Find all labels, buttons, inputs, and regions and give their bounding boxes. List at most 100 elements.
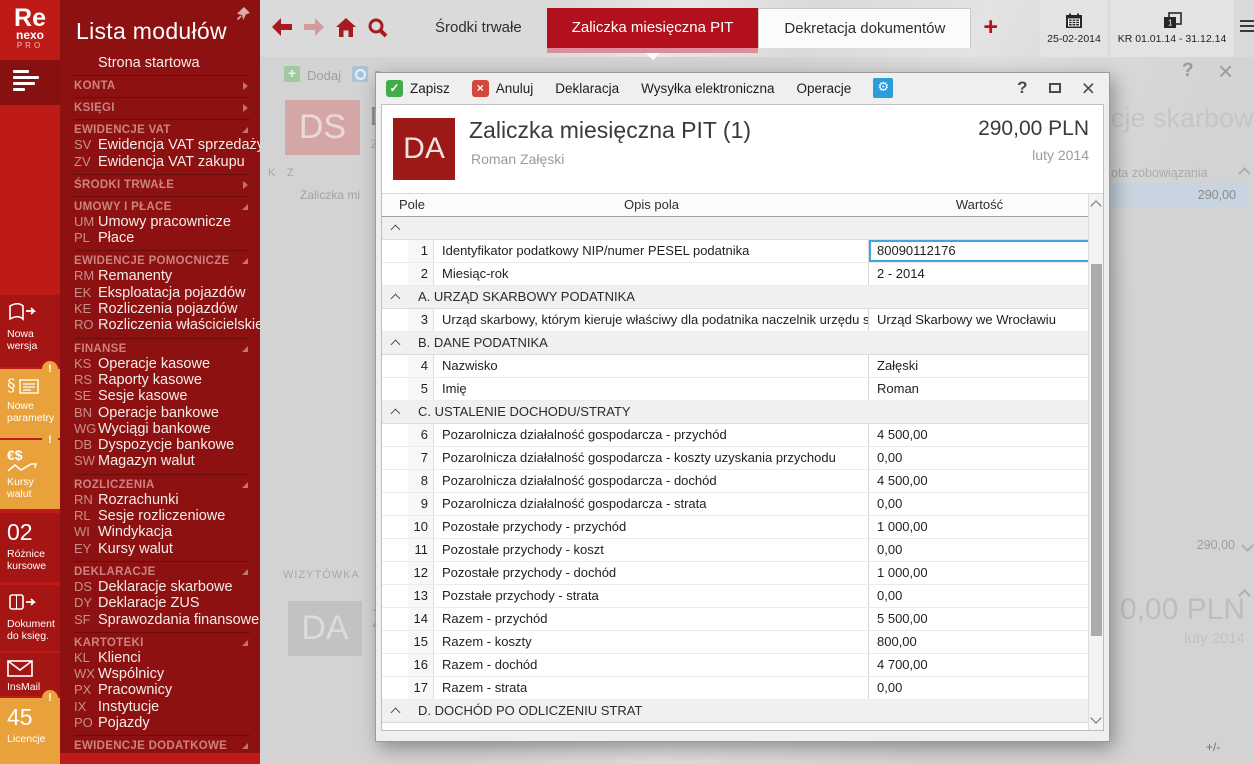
form-field-row[interactable]: 2Miesiąc-rok2 - 2014 xyxy=(382,263,1103,286)
search-icon[interactable] xyxy=(366,17,388,39)
field-value-input[interactable]: 800,00 xyxy=(869,631,1090,653)
sidebar-item[interactable]: SWMagazyn walut xyxy=(74,453,250,469)
sidebar-group[interactable]: KARTOTEKI xyxy=(74,632,250,650)
sidebar-item[interactable]: KLKlienci xyxy=(74,650,250,666)
sidebar-item[interactable]: ZVEwidencja VAT zakupu xyxy=(74,154,250,170)
modules-menu-button[interactable] xyxy=(0,60,60,105)
tab-dekretacja-dokumentow[interactable]: Dekretacja dokumentów xyxy=(758,8,971,48)
electronic-send-menu-button[interactable]: Wysyłka elektroniczna xyxy=(641,81,774,96)
field-value-input[interactable]: 0,00 xyxy=(869,539,1090,561)
pin-icon[interactable] xyxy=(235,6,251,22)
sidebar-group[interactable]: UMOWY I PŁACE xyxy=(74,196,250,214)
field-value-input[interactable]: 2 - 2014 xyxy=(869,263,1090,285)
form-field-row[interactable]: 1Identyfikator podatkowy NIP/numer PESEL… xyxy=(382,240,1103,263)
sidebar-item[interactable]: SESesje kasowe xyxy=(74,388,250,404)
form-field-row[interactable]: 17Razem - strata0,00 xyxy=(382,677,1103,700)
collapse-chevron[interactable] xyxy=(382,700,408,722)
scroll-up-icon[interactable] xyxy=(1090,200,1101,211)
sidebar-item[interactable]: RMRemanenty xyxy=(74,268,250,284)
vertical-scrollbar[interactable] xyxy=(1088,194,1103,730)
collapse-chevron[interactable] xyxy=(382,286,408,308)
sidebar-item[interactable]: SFSprawozdania finansowe xyxy=(74,612,250,628)
settings-gear-button[interactable]: ⚙ xyxy=(873,78,893,98)
help-button[interactable]: ? xyxy=(1017,78,1027,98)
sidebar-item[interactable]: PLPłace xyxy=(74,230,250,246)
sidebar-item[interactable]: SVEwidencja VAT sprzedaży xyxy=(74,137,250,153)
sidebar-group[interactable]: FINANSE xyxy=(74,338,250,356)
field-value-input[interactable]: Załęski xyxy=(869,355,1090,377)
forward-arrow-icon[interactable] xyxy=(302,17,326,37)
form-field-row[interactable]: 6Pozarolnicza działalność gospodarcza - … xyxy=(382,424,1103,447)
sidebar-group[interactable]: EWIDENCJE VAT xyxy=(74,119,250,137)
rail-item-nowe-parametry[interactable]: ! § Nowe parametry xyxy=(0,369,60,438)
sidebar-group[interactable]: DEKLARACJE xyxy=(74,561,250,579)
rail-item-dokument-do-ksieg[interactable]: Dokument do księg. xyxy=(0,585,60,651)
sidebar-group[interactable]: EWIDENCJE DODATKOWE xyxy=(74,735,250,753)
period-picker[interactable]: 1 KR 01.01.14 - 31.12.14 xyxy=(1110,0,1234,57)
sidebar-group[interactable]: KONTA xyxy=(74,75,250,93)
form-field-row[interactable]: 7Pozarolnicza działalność gospodarcza - … xyxy=(382,447,1103,470)
field-value-input-focused[interactable]: 80090112176 xyxy=(869,240,1090,262)
form-section-row[interactable] xyxy=(382,217,1103,240)
sidebar-item[interactable]: DYDeklaracje ZUS xyxy=(74,595,250,611)
field-value-input[interactable]: 0,00 xyxy=(869,447,1090,469)
sidebar-item[interactable]: BNOperacje bankowe xyxy=(74,405,250,421)
sidebar-group[interactable]: KSIĘGI xyxy=(74,97,250,115)
close-button[interactable]: × xyxy=(1082,79,1095,97)
operations-menu-button[interactable]: Operacje xyxy=(797,81,852,96)
form-field-row[interactable]: 15Razem - koszty800,00 xyxy=(382,631,1103,654)
tab-zaliczka-miesieczna-pit[interactable]: Zaliczka miesięczna PIT xyxy=(547,8,759,48)
sidebar-item[interactable]: EKEksploatacja pojazdów xyxy=(74,285,250,301)
sidebar-item[interactable]: EYKursy walut xyxy=(74,541,250,557)
current-date-picker[interactable]: 25-02-2014 xyxy=(1040,0,1108,57)
sidebar-item[interactable]: DBDyspozycje bankowe xyxy=(74,437,250,453)
form-field-row[interactable]: 9Pozarolnicza działalność gospodarcza - … xyxy=(382,493,1103,516)
sidebar-item[interactable]: DSDeklaracje skarbowe xyxy=(74,579,250,595)
form-field-row[interactable]: 3Urząd skarbowy, którym kieruje właściwy… xyxy=(382,309,1103,332)
sidebar-group[interactable]: ROZLICZENIA xyxy=(74,474,250,492)
sidebar-item[interactable]: IXInstytucje xyxy=(74,699,250,715)
form-field-row[interactable]: 8Pozarolnicza działalność gospodarcza - … xyxy=(382,470,1103,493)
form-field-row[interactable]: 13Pozstałe przychody - strata0,00 xyxy=(382,585,1103,608)
form-field-row[interactable]: 16Razem - dochód4 700,00 xyxy=(382,654,1103,677)
sidebar-item[interactable]: PXPracownicy xyxy=(74,682,250,698)
rail-item-nowa-wersja[interactable]: Nowa wersja xyxy=(0,295,60,367)
rail-item-licencje[interactable]: ! 45 Licencje xyxy=(0,698,60,764)
window-menu-icon[interactable] xyxy=(1240,20,1254,35)
collapse-chevron[interactable] xyxy=(382,332,408,354)
form-field-row[interactable]: 4NazwiskoZałęski xyxy=(382,355,1103,378)
collapse-chevron[interactable] xyxy=(382,401,408,423)
sidebar-item[interactable]: KERozliczenia pojazdów xyxy=(74,301,250,317)
field-value-input[interactable]: Roman xyxy=(869,378,1090,400)
sidebar-item[interactable]: WGWyciągi bankowe xyxy=(74,421,250,437)
field-value-input[interactable]: 4 700,00 xyxy=(869,654,1090,676)
field-value-input[interactable]: 1 000,00 xyxy=(869,516,1090,538)
rail-item-roznice-kursowe[interactable]: 02 Różnice kursowe xyxy=(0,513,60,582)
sidebar-item[interactable]: POPojazdy xyxy=(74,715,250,731)
cancel-button[interactable]: × Anuluj xyxy=(472,80,534,97)
form-section-row[interactable]: B. DANE PODATNIKA xyxy=(382,332,1103,355)
save-button[interactable]: ✓ Zapisz xyxy=(386,80,450,97)
form-section-row[interactable]: A. URZĄD SKARBOWY PODATNIKA xyxy=(382,286,1103,309)
rail-item-kursy-walut[interactable]: ! €$ Kursy walut xyxy=(0,440,60,509)
form-section-row[interactable]: C. USTALENIE DOCHODU/STRATY xyxy=(382,401,1103,424)
sidebar-item[interactable]: Strona startowa xyxy=(74,55,250,71)
field-value-input[interactable]: 4 500,00 xyxy=(869,424,1090,446)
scroll-down-icon[interactable] xyxy=(1090,712,1101,723)
sidebar-item[interactable]: KSOperacje kasowe xyxy=(74,356,250,372)
back-arrow-icon[interactable] xyxy=(270,17,294,37)
tab-srodki-trwale[interactable]: Środki trwałe xyxy=(410,8,547,48)
field-value-input[interactable]: 0,00 xyxy=(869,677,1090,699)
form-section-row[interactable]: D. DOCHÓD PO ODLICZENIU STRAT xyxy=(382,700,1103,723)
field-value-input[interactable]: Urząd Skarbowy we Wrocławiu xyxy=(869,309,1090,331)
form-field-row[interactable]: 11Pozostałe przychody - koszt0,00 xyxy=(382,539,1103,562)
form-field-row[interactable]: 14Razem - przychód5 500,00 xyxy=(382,608,1103,631)
collapse-chevron[interactable] xyxy=(382,217,408,239)
sidebar-item[interactable]: RLSesje rozliczeniowe xyxy=(74,508,250,524)
sidebar-item[interactable]: WIWindykacja xyxy=(74,524,250,540)
sidebar-group[interactable]: ŚRODKI TRWAŁE xyxy=(74,174,250,192)
home-icon[interactable] xyxy=(335,17,357,38)
scrollbar-thumb[interactable] xyxy=(1091,264,1102,636)
form-field-row[interactable]: 12Pozostałe przychody - dochód1 000,00 xyxy=(382,562,1103,585)
sidebar-item[interactable]: RSRaporty kasowe xyxy=(74,372,250,388)
